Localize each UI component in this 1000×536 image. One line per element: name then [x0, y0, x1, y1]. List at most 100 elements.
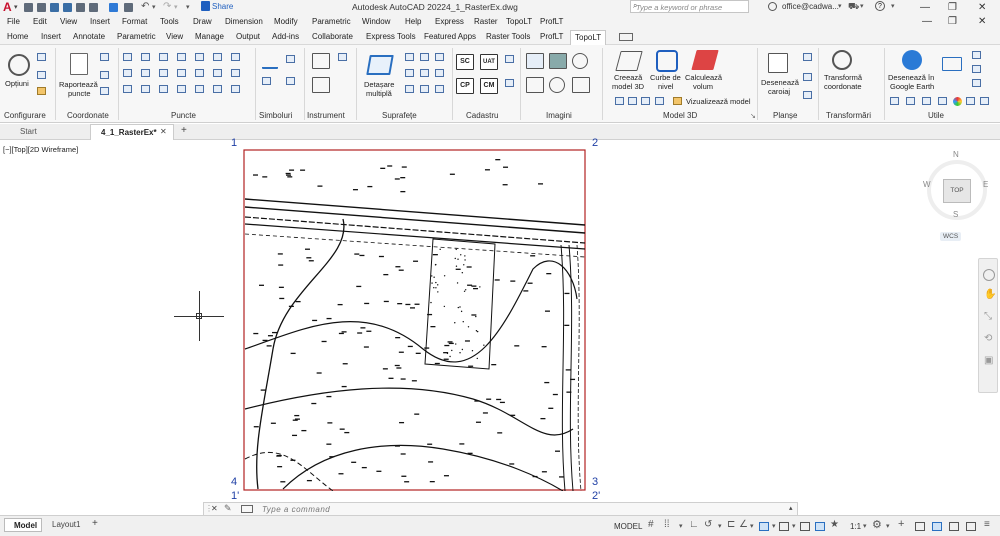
puncte-tool-icon[interactable] — [123, 85, 132, 93]
creeaza-model-button-line2[interactable]: model 3D — [612, 82, 644, 91]
tab-manage[interactable]: Manage — [195, 32, 224, 41]
puncte-tool-icon[interactable] — [195, 69, 204, 77]
tab-express-tools[interactable]: Express Tools — [366, 32, 416, 41]
app-menu-chevron-icon[interactable]: ▾ — [14, 3, 18, 11]
image-grid-icon[interactable] — [572, 77, 590, 93]
command-input[interactable]: Type a command — [262, 505, 330, 514]
menu-proflt[interactable]: ProfLT — [540, 17, 563, 26]
puncte-tool-icon[interactable] — [213, 53, 222, 61]
minimize-icon[interactable]: — — [920, 2, 930, 13]
contour-lines-icon[interactable] — [656, 50, 678, 72]
plansa-tool-3-icon[interactable] — [803, 91, 812, 99]
panel-coordonate[interactable]: Coordonate — [67, 111, 109, 120]
puncte-tool-icon[interactable] — [177, 69, 186, 77]
suprafete-tool-icon[interactable] — [435, 85, 444, 93]
config-tool-1-icon[interactable] — [37, 53, 46, 61]
utile-tool-2-icon[interactable] — [972, 65, 981, 73]
instrument-grid-icon[interactable] — [312, 77, 330, 93]
symbol-tool-2-icon[interactable] — [262, 77, 271, 85]
google-earth-icon[interactable] — [902, 50, 922, 70]
viewport-controls-label[interactable]: [−][Top][2D Wireframe] — [3, 145, 78, 154]
image-globe-icon[interactable] — [572, 53, 588, 69]
symbol-tool-1-icon[interactable] — [286, 55, 295, 63]
puncte-tool-icon[interactable] — [213, 69, 222, 77]
puncte-tool-icon[interactable] — [159, 69, 168, 77]
suprafete-tool-icon[interactable] — [435, 69, 444, 77]
command-customize-icon[interactable]: ✎ — [224, 503, 232, 514]
annotation-scale-icon[interactable]: ★ — [830, 519, 839, 530]
utile-tool-1-icon[interactable] — [972, 51, 981, 59]
suprafete-tool-icon[interactable] — [405, 53, 414, 61]
coord-tool-2-icon[interactable] — [100, 71, 109, 79]
puncte-tool-icon[interactable] — [195, 53, 204, 61]
wcs-menu[interactable]: WCS — [940, 232, 962, 241]
puncte-tool-icon[interactable] — [231, 85, 240, 93]
instrument-icon[interactable] — [312, 53, 330, 69]
command-history-icon[interactable] — [241, 505, 253, 513]
grid-icon[interactable]: # — [648, 519, 654, 530]
zoom-extents-icon[interactable]: ⤡ — [984, 311, 992, 322]
annotation-scale-value[interactable]: 1:1 — [850, 522, 861, 531]
save-as-icon[interactable] — [63, 3, 72, 12]
isodraft-icon[interactable]: ⊏ — [727, 519, 735, 530]
tab-proflt[interactable]: ProfLT — [540, 32, 563, 41]
puncte-tool-icon[interactable] — [123, 69, 132, 77]
tab-collaborate[interactable]: Collaborate — [312, 32, 353, 41]
store-dropdown-icon[interactable]: ▾ — [860, 2, 864, 10]
open-web-icon[interactable] — [76, 3, 85, 12]
ortho-icon[interactable]: ∟ — [689, 519, 699, 530]
puncte-tool-icon[interactable] — [141, 53, 150, 61]
panel-model-3d[interactable]: Model 3D — [663, 111, 697, 120]
optiuni-button[interactable]: Opțiuni — [5, 79, 29, 88]
annotation-visibility-icon[interactable] — [815, 522, 825, 531]
pan-hand-icon[interactable]: ✋ — [984, 289, 996, 300]
doc-restore-icon[interactable]: ❐ — [948, 16, 957, 27]
orbit-icon[interactable]: ⟲ — [984, 333, 992, 344]
panel-launcher-icon[interactable]: ↘ — [750, 112, 756, 120]
model-tool-3-icon[interactable] — [641, 97, 650, 105]
move-tool-icon[interactable] — [942, 57, 962, 71]
image-world-icon[interactable] — [549, 77, 565, 93]
doctab-start[interactable]: Start — [20, 127, 37, 136]
calculeaza-volum-button-line2[interactable]: volum — [693, 82, 713, 91]
menu-parametric[interactable]: Parametric — [312, 17, 351, 26]
maximize-icon[interactable]: ❐ — [948, 2, 957, 13]
puncte-tool-icon[interactable] — [231, 53, 240, 61]
menu-window[interactable]: Window — [362, 17, 390, 26]
publish-icon[interactable] — [109, 3, 118, 12]
panel-transformari[interactable]: Transformări — [826, 111, 871, 120]
transforma-coordonate-button-line2[interactable]: coordonate — [824, 82, 862, 91]
panel-planse[interactable]: Planșe — [773, 111, 797, 120]
plansa-tool-1-icon[interactable] — [803, 53, 812, 61]
search-box[interactable]: ⌕ Type a keyword or phrase — [630, 0, 749, 13]
object-snap-icon[interactable] — [759, 522, 769, 531]
polar-dropdown-icon[interactable]: ▾ — [718, 522, 722, 530]
suprafete-tool-icon[interactable] — [435, 53, 444, 61]
print-icon[interactable] — [124, 3, 133, 12]
deseneaza-caroiaj-button-line1[interactable]: Desenează — [761, 78, 799, 87]
cadastru-tool-2-icon[interactable] — [505, 79, 514, 87]
tab-parametric[interactable]: Parametric — [117, 32, 156, 41]
doctab-close-icon[interactable]: ✕ — [160, 127, 167, 136]
share-icon[interactable] — [201, 1, 210, 11]
utile-tool-9-icon[interactable] — [980, 97, 989, 105]
puncte-tool-icon[interactable] — [141, 85, 150, 93]
model-space-toggle[interactable]: MODEL — [614, 522, 642, 531]
save-web-icon[interactable] — [89, 3, 98, 12]
transparency-icon[interactable] — [800, 522, 810, 531]
redo-dropdown-icon[interactable]: ▾ — [174, 3, 178, 11]
user-avatar-icon[interactable] — [768, 2, 777, 11]
image-raster-icon[interactable] — [526, 53, 544, 69]
utile-tool-5-icon[interactable] — [906, 97, 915, 105]
image-photo-icon[interactable] — [549, 53, 567, 69]
suprafete-tool-icon[interactable] — [420, 69, 429, 77]
suprafete-tool-icon[interactable] — [420, 53, 429, 61]
command-recent-dropdown-icon[interactable]: ▴ — [789, 504, 793, 512]
coord-tool-3-icon[interactable] — [100, 87, 109, 95]
store-icon[interactable]: ⛟ — [848, 1, 859, 13]
compass-east[interactable]: E — [983, 180, 988, 189]
polar-icon[interactable]: ↺ — [704, 519, 712, 530]
raporteaza-button-line1[interactable]: Raportează — [59, 80, 98, 89]
open-file-icon[interactable] — [37, 3, 46, 12]
user-account[interactable]: office@cadwa... — [782, 2, 839, 11]
